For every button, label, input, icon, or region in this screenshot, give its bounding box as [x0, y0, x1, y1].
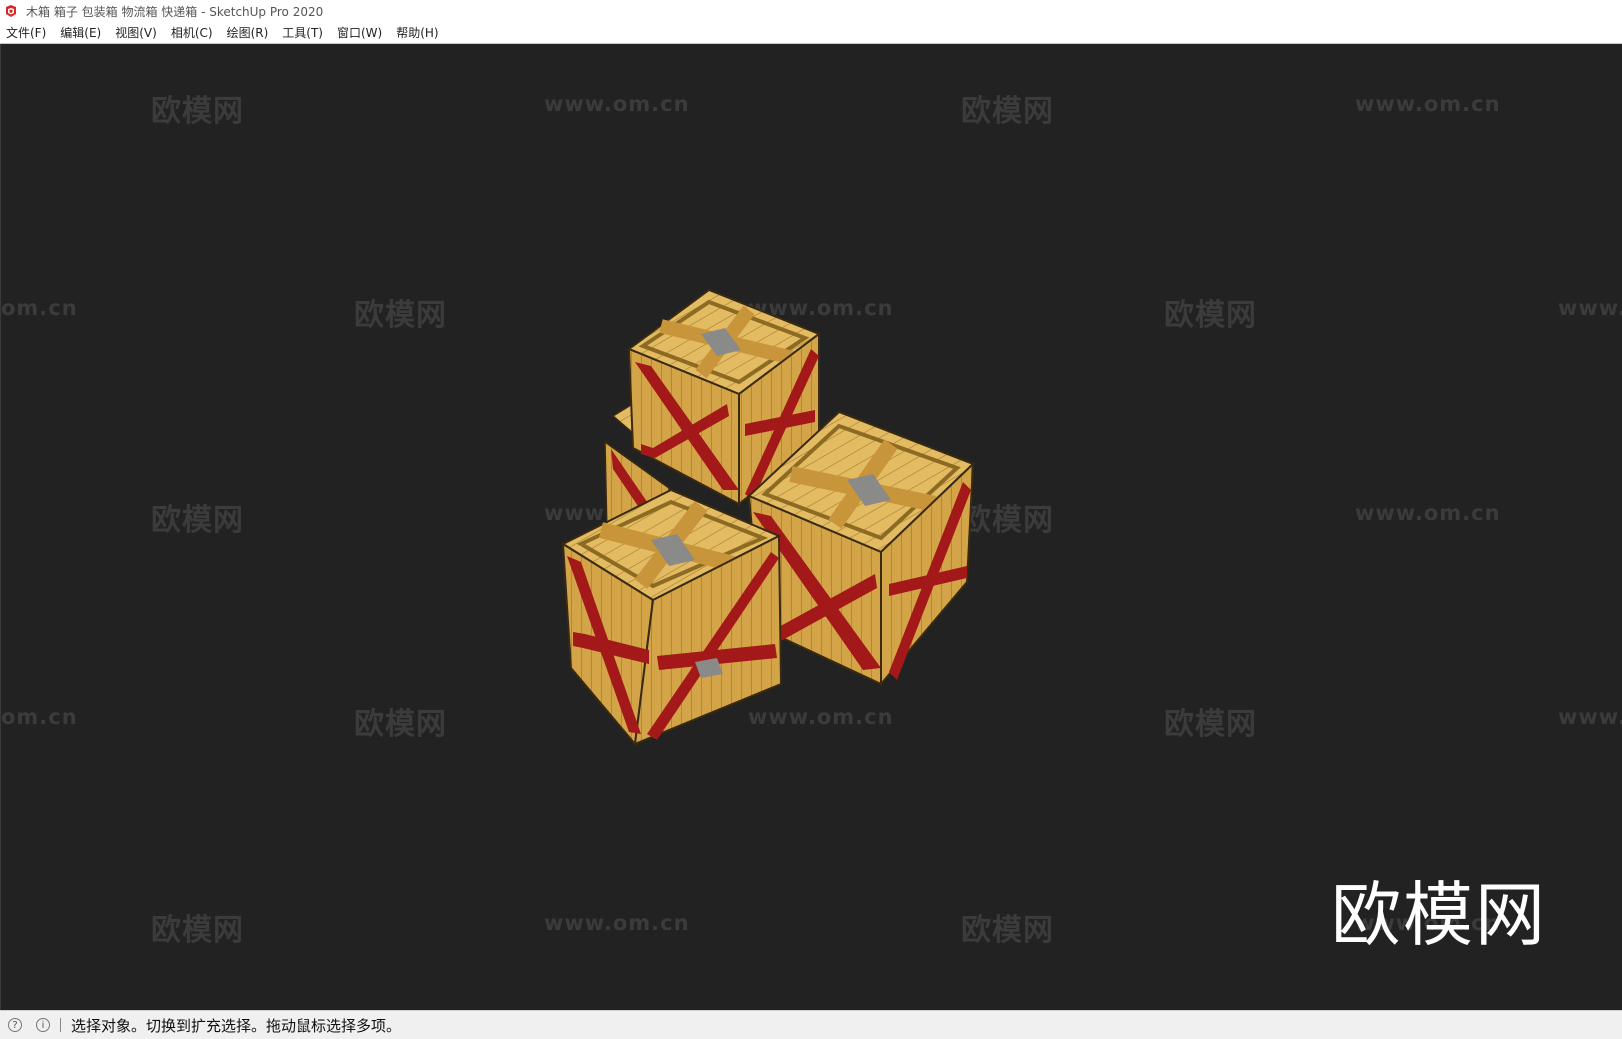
menu-view[interactable]: 视图(V) — [108, 23, 164, 43]
crate-front — [560, 488, 783, 747]
brand-logo-watermark: 欧模网 — [1331, 874, 1547, 956]
menu-camera[interactable]: 相机(C) — [164, 23, 220, 43]
menu-file[interactable]: 文件(F) — [0, 23, 53, 43]
menu-edit[interactable]: 编辑(E) — [53, 23, 108, 43]
geo-location-icon[interactable]: ? — [8, 1018, 22, 1032]
menu-bar: 文件(F) 编辑(E) 视图(V) 相机(C) 绘图(R) 工具(T) 窗口(W… — [0, 22, 1622, 44]
info-icon[interactable]: i — [36, 1018, 50, 1032]
window-title: 木箱 箱子 包装箱 物流箱 快递箱 - SketchUp Pro 2020 — [26, 4, 324, 19]
menu-help[interactable]: 帮助(H) — [389, 23, 445, 43]
menu-tools[interactable]: 工具(T) — [275, 23, 330, 43]
status-message: 选择对象。切换到扩充选择。拖动鼠标选择多项。 — [71, 1016, 402, 1035]
menu-draw[interactable]: 绘图(R) — [220, 23, 276, 43]
status-bar: ? i 选择对象。切换到扩充选择。拖动鼠标选择多项。 — [0, 1010, 1622, 1039]
menu-window[interactable]: 窗口(W) — [330, 23, 389, 43]
status-divider — [60, 1018, 61, 1032]
3d-viewport[interactable]: 欧模网 www.om.cn 欧模网 www.om.cn om.cn 欧模网 ww… — [0, 44, 1622, 1010]
title-bar: 木箱 箱子 包装箱 物流箱 快递箱 - SketchUp Pro 2020 — [0, 0, 1622, 22]
sketchup-logo-icon — [6, 5, 16, 17]
